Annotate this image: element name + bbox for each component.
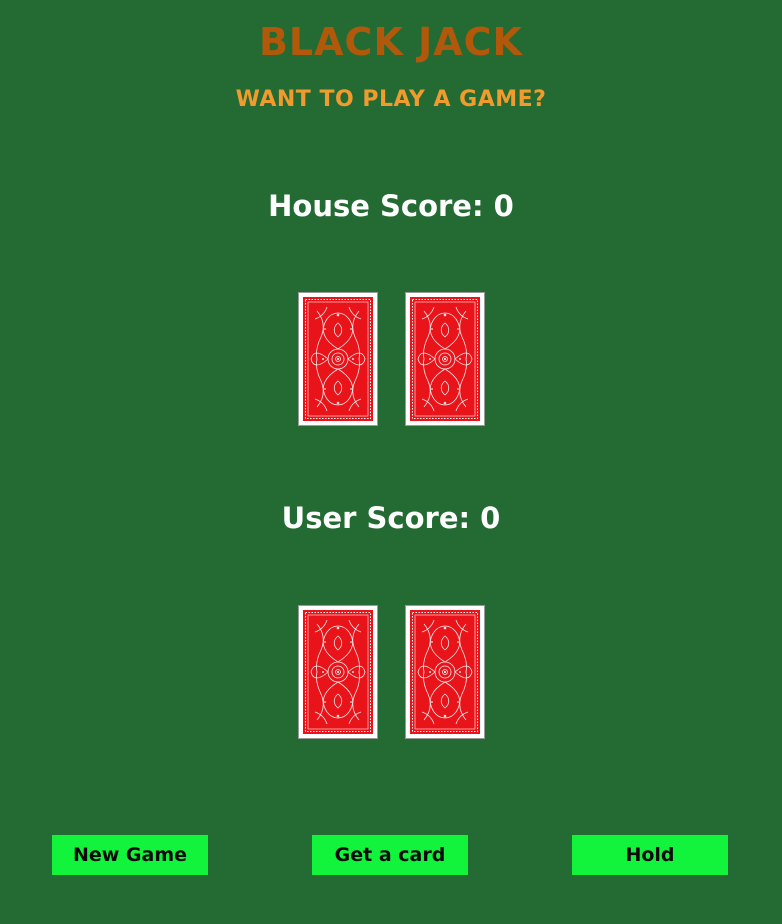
new-game-button[interactable]: New Game [52,835,208,875]
user-hand [0,605,782,739]
user-score: User Score: 0 [281,501,501,535]
get-card-button[interactable]: Get a card [312,835,468,875]
house-card-1 [297,292,378,426]
house-hand [0,292,782,426]
game-title: BLACK JACK [258,20,524,64]
house-score: House Score: 0 [268,189,514,223]
card-back-image [410,297,480,421]
card-back-image [303,297,373,421]
game-subtitle: WANT TO PLAY A GAME? [235,87,547,112]
user-card-2 [404,605,485,739]
user-card-1 [297,605,378,739]
house-card-2 [404,292,485,426]
card-back-image [410,610,480,734]
card-back-image [303,610,373,734]
hold-button[interactable]: Hold [572,835,728,875]
